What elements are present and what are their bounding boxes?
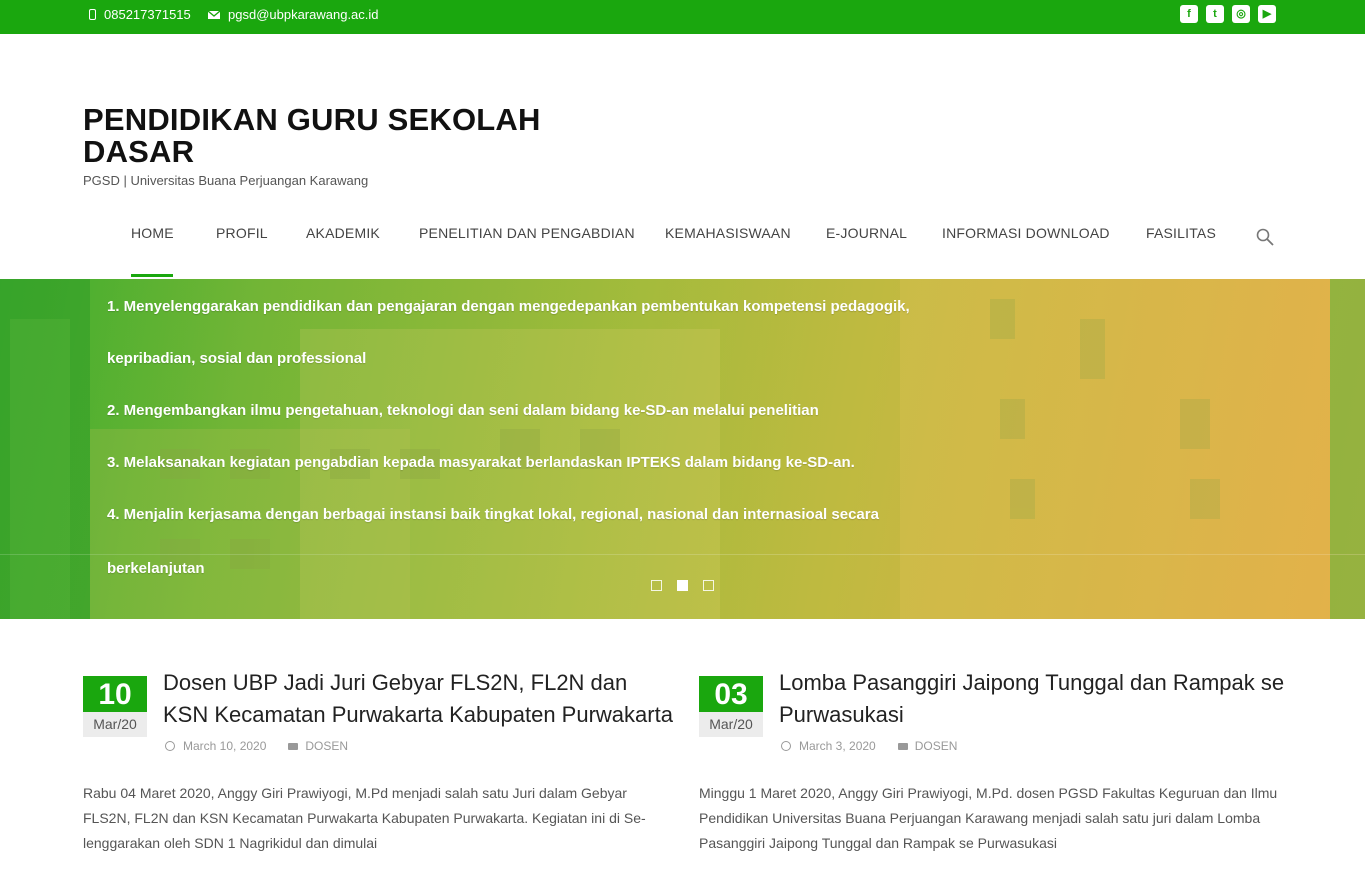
nav-home[interactable]: HOME — [131, 225, 174, 241]
clock-icon — [165, 741, 175, 751]
post-date[interactable]: March 10, 2020 — [183, 739, 266, 753]
post-date-badge: 03 Mar/20 — [699, 676, 763, 737]
phone-contact[interactable]: 085217371515 — [89, 7, 191, 22]
nav-akademik[interactable]: AKADEMIK — [306, 225, 380, 241]
site-tagline: PGSD | Universitas Buana Perjuangan Kara… — [83, 173, 369, 188]
clock-icon — [781, 741, 791, 751]
envelope-icon — [208, 10, 220, 19]
post-date[interactable]: March 3, 2020 — [799, 739, 876, 753]
slider-dot-3[interactable] — [703, 580, 714, 591]
slider-dot-2[interactable] — [677, 580, 688, 591]
facebook-icon[interactable]: f — [1180, 5, 1198, 23]
slide-text-line: 3. Melaksanakan kegiatan pengabdian kepa… — [107, 454, 855, 471]
folder-icon — [288, 742, 299, 750]
post-excerpt: Minggu 1 Maret 2020, Anggy Giri Prawiyog… — [699, 785, 1278, 851]
phone-number: 085217371515 — [104, 7, 191, 22]
site-title[interactable]: PENDIDIKAN GURU SEKOLAH DASAR — [83, 104, 543, 168]
slide-text-line: 2. Mengembangkan ilmu pengetahuan, tekno… — [107, 402, 819, 419]
twitter-icon[interactable]: t — [1206, 5, 1224, 23]
nav-fasilitas[interactable]: FASILITAS — [1146, 225, 1216, 241]
youtube-icon[interactable]: ▶ — [1258, 5, 1276, 23]
search-icon[interactable] — [1256, 228, 1274, 246]
slider-dot-1[interactable] — [651, 580, 662, 591]
nav-e-journal[interactable]: E-JOURNAL — [826, 225, 907, 241]
post-date-badge: 10 Mar/20 — [83, 676, 147, 737]
post-meta: March 10, 2020 DOSEN — [165, 739, 348, 753]
slide-text-line: berkelanjutan — [107, 560, 205, 577]
post-month: Mar/20 — [699, 712, 763, 737]
nav-penelitian-dan-pengabdian[interactable]: PENELITIAN DAN PENGABDIAN — [419, 225, 635, 241]
nav-profil[interactable]: PROFIL — [216, 225, 268, 241]
top-bar: 085217371515 pgsd@ubpkarawang.ac.id f t … — [0, 0, 1365, 34]
email-contact[interactable]: pgsd@ubpkarawang.ac.id — [208, 7, 379, 22]
post-day: 03 — [699, 676, 763, 712]
post-meta: March 3, 2020 DOSEN — [781, 739, 957, 753]
nav-kemahasiswaan[interactable]: KEMAHASISWAAN — [665, 225, 791, 241]
post-excerpt: Rabu 04 Maret 2020, Anggy Giri Prawiyogi… — [83, 785, 646, 851]
folder-icon — [897, 742, 908, 750]
nav-informasi-download[interactable]: INFORMASI DOWNLOAD — [942, 225, 1110, 241]
post-day: 10 — [83, 676, 147, 712]
phone-icon — [89, 9, 96, 20]
post-month: Mar/20 — [83, 712, 147, 737]
slide-text-line: 1. Menyelenggarakan pendidikan dan penga… — [107, 298, 910, 315]
instagram-icon[interactable]: ◎ — [1232, 5, 1250, 23]
post-category[interactable]: DOSEN — [305, 739, 348, 753]
post-category[interactable]: DOSEN — [915, 739, 958, 753]
post-title[interactable]: Lomba Pasanggiri Jaipong Tunggal dan Ram… — [779, 667, 1309, 731]
slide-text-line: kepribadian, sosial dan professional — [107, 350, 367, 367]
email-address: pgsd@ubpkarawang.ac.id — [228, 7, 379, 22]
nav-active-indicator — [131, 274, 173, 277]
slide-text-line: 4. Menjalin kerjasama dengan berbagai in… — [107, 506, 879, 523]
post-title[interactable]: Dosen UBP Jadi Juri Gebyar FLS2N, FL2N d… — [163, 667, 673, 731]
